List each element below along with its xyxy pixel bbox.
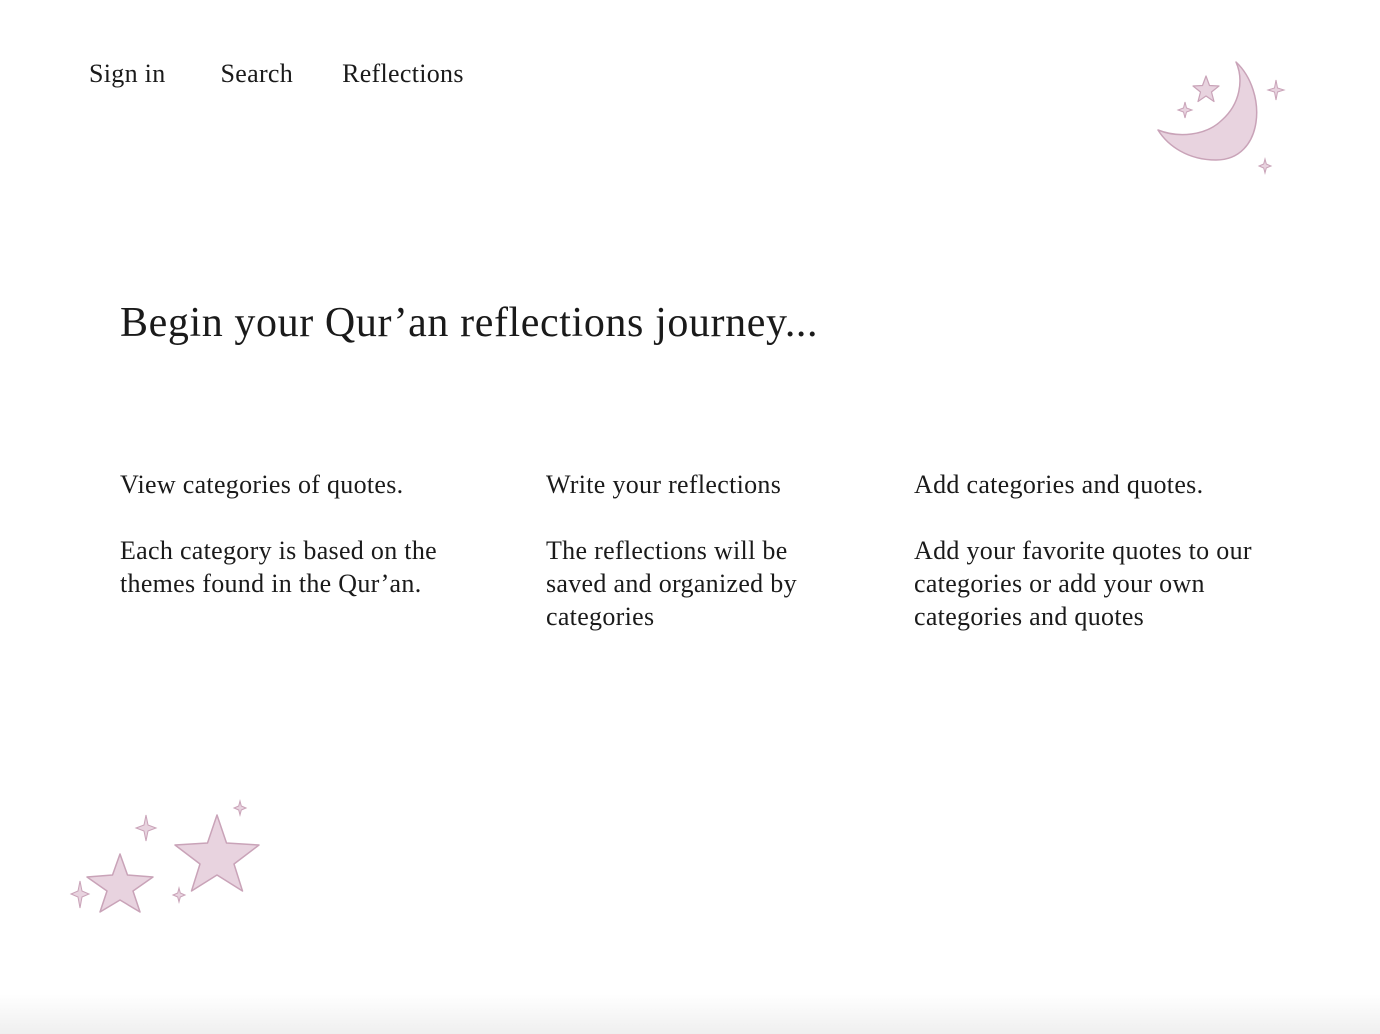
stars-cluster-icon xyxy=(69,799,260,913)
feature-description: Add your favorite quotes to our categori… xyxy=(914,536,1252,631)
sparkle-icon xyxy=(69,880,91,909)
sparkle-icon xyxy=(1176,101,1194,119)
top-nav: Sign in Search Reflections xyxy=(89,56,464,92)
page-bottom-edge xyxy=(0,994,1380,1034)
nav-reflections-link[interactable]: Reflections xyxy=(342,56,464,92)
nav-search-link[interactable]: Search xyxy=(221,56,294,92)
feature-view-categories: View categories of quotes. Each category… xyxy=(120,468,480,600)
landing-page: Sign in Search Reflections Begin your Qu… xyxy=(0,0,1380,1034)
feature-description: Each category is based on the themes fou… xyxy=(120,536,437,598)
hero-title: Begin your Qur’an reflections journey... xyxy=(120,300,819,346)
sparkle-icon xyxy=(1257,157,1273,175)
sparkle-icon xyxy=(232,799,248,817)
sparkle-icon xyxy=(134,814,158,842)
feature-description: The reflections will be saved and organi… xyxy=(546,536,797,631)
feature-heading: Write your reflections xyxy=(546,470,782,499)
sparkle-icon xyxy=(1266,79,1286,101)
sparkle-icon xyxy=(171,886,187,904)
crescent-moon-stars-icon xyxy=(1157,61,1286,175)
nav-sign-in-link[interactable]: Sign in xyxy=(89,56,166,92)
feature-heading: Add categories and quotes. xyxy=(914,470,1204,499)
feature-write-reflections: Write your reflections The reflections w… xyxy=(546,468,836,633)
crescent-moon-icon xyxy=(1157,61,1258,161)
star-icon xyxy=(1192,75,1220,103)
feature-heading: View categories of quotes. xyxy=(120,470,404,499)
feature-add-categories: Add categories and quotes. Add your favo… xyxy=(914,468,1294,633)
large-star-icon xyxy=(174,814,260,892)
small-star-icon xyxy=(86,853,154,913)
